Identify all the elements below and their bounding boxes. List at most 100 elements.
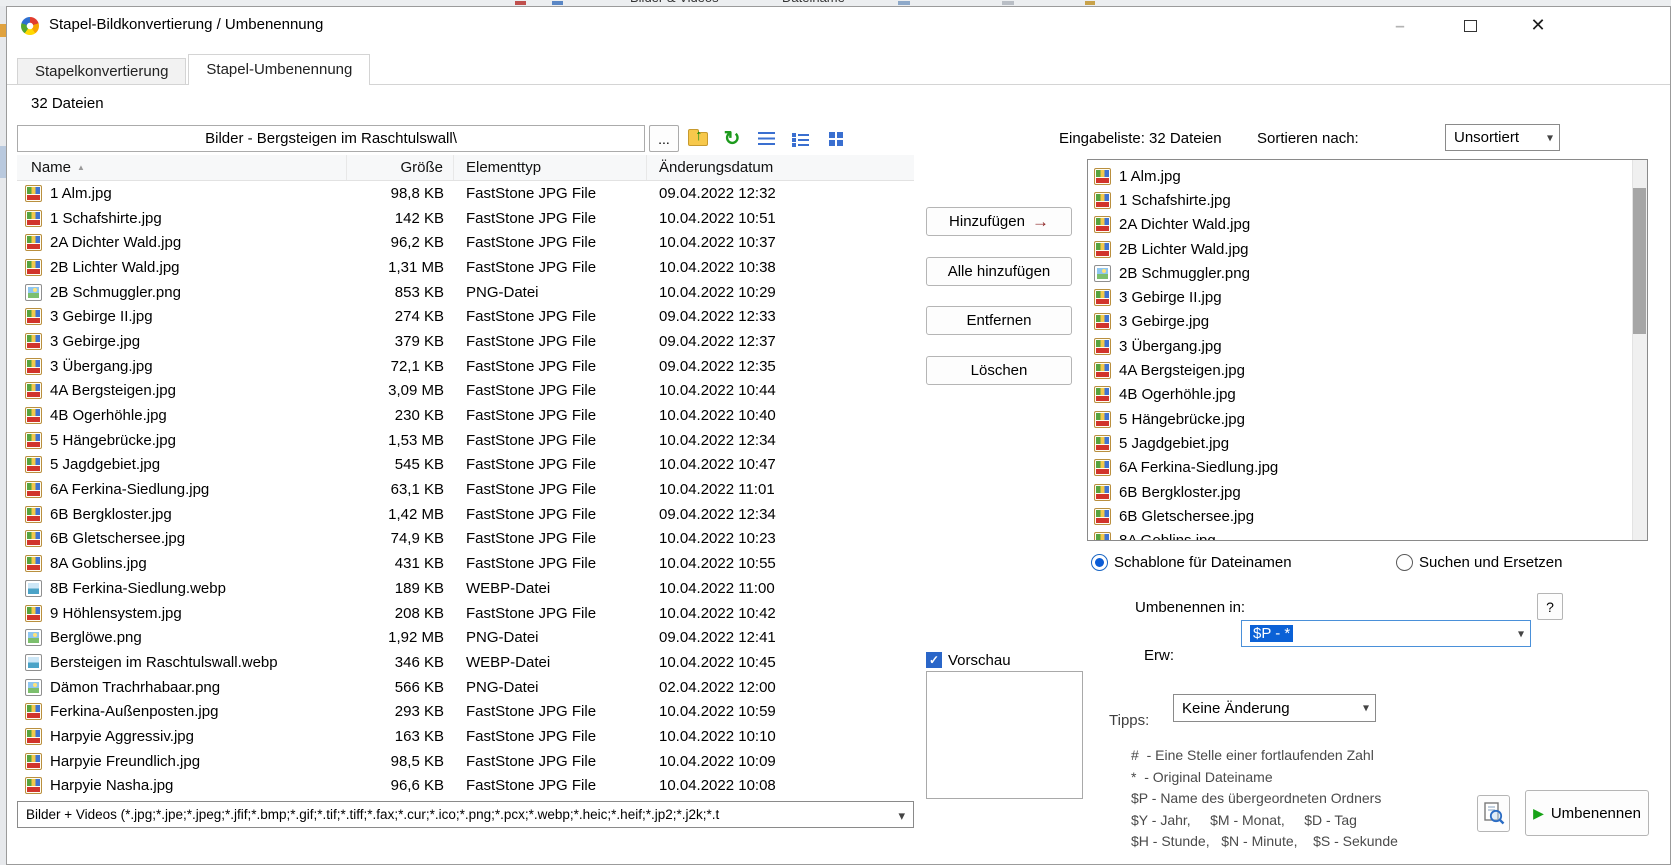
column-label: Name	[31, 159, 72, 176]
file-row[interactable]: 6B Bergkloster.jpg 1,42 MB FastStone JPG F…	[17, 502, 914, 527]
file-date: 10.04.2022 10:40	[659, 407, 776, 425]
radio-template-filenames[interactable]	[1091, 554, 1108, 571]
browse-button[interactable]: ...	[649, 125, 679, 152]
folder-path-input[interactable]	[17, 125, 645, 152]
file-row[interactable]: Bersteigen im Raschtulswall.webp 346 KB WE…	[17, 650, 914, 675]
tab-stapel-umbenennung[interactable]: Stapel-Umbenennung	[188, 54, 371, 85]
rename-button[interactable]: ▶ Umbenennen	[1525, 790, 1649, 836]
close-button[interactable]: ✕	[1521, 10, 1555, 41]
column-label: Änderungsdatum	[659, 159, 774, 176]
file-row[interactable]: Harpyie Nasha.jpg 96,6 KB FastStone JPG Fi…	[17, 774, 914, 799]
file-row[interactable]: 3 Übergang.jpg 72,1 KB FastStone JPG File 0…	[17, 354, 914, 379]
file-row[interactable]: 2B Schmuggler.png 853 KB PNG-Datei 10.04.20…	[17, 280, 914, 305]
sort-by-value: Unsortiert	[1454, 129, 1520, 146]
radio-search-label[interactable]: Suchen und Ersetzen	[1419, 554, 1562, 571]
file-size: 293 KB	[394, 703, 444, 721]
tips-title: Tipps:	[1109, 712, 1150, 729]
window-title: Stapel-Bildkonvertierung / Umbenennung	[49, 16, 324, 33]
file-row[interactable]: 8A Goblins.jpg 431 KB FastStone JPG File 10…	[17, 551, 914, 576]
file-size: 379 KB	[394, 332, 444, 350]
input-list-item[interactable]: 5 Jagdgebiet.jpg	[1094, 431, 1647, 455]
file-row[interactable]: 6A Ferkina-Siedlung.jpg 63,1 KB FastStone …	[17, 477, 914, 502]
preview-rename-button[interactable]	[1477, 795, 1510, 832]
input-list-item[interactable]: 2A Dichter Wald.jpg	[1094, 213, 1647, 237]
file-type-icon	[25, 456, 42, 474]
minimize-button[interactable]: –	[1383, 10, 1417, 41]
help-button[interactable]: ?	[1537, 593, 1563, 620]
input-list-item[interactable]: 1 Schafshirte.jpg	[1094, 188, 1647, 212]
column-header-size[interactable]: Größe	[347, 155, 454, 180]
radio-search-replace[interactable]	[1396, 554, 1413, 571]
folder-up-button[interactable]: ↑	[683, 125, 713, 152]
preview-checkbox[interactable]: ✓	[926, 652, 942, 668]
radio-template-label[interactable]: Schablone für Dateinamen	[1114, 554, 1292, 571]
input-list-item[interactable]: 6B Bergkloster.jpg	[1094, 480, 1647, 504]
magnifier-document-icon	[1483, 801, 1504, 824]
file-row[interactable]: Harpyie Aggressiv.jpg 163 KB FastStone JPG…	[17, 724, 914, 749]
file-size: 63,1 KB	[390, 481, 444, 499]
extension-select[interactable]: Keine Änderung ▾	[1173, 694, 1376, 722]
file-size: 346 KB	[394, 653, 444, 671]
column-header-type[interactable]: Elementtyp	[454, 155, 647, 180]
file-type-icon	[25, 382, 42, 400]
file-row[interactable]: Berglöwe.png 1,92 MB PNG-Datei 09.04.2022 1…	[17, 625, 914, 650]
file-row[interactable]: 1 Schafshirte.jpg 142 KB FastStone JPG Fil…	[17, 206, 914, 231]
file-row[interactable]: 3 Gebirge II.jpg 274 KB FastStone JPG File…	[17, 304, 914, 329]
refresh-icon: ↻	[723, 128, 741, 150]
input-list-item[interactable]: 1 Alm.jpg	[1094, 164, 1647, 188]
list-view-button[interactable]	[751, 125, 781, 152]
file-row[interactable]: 1 Alm.jpg 98,8 KB FastStone JPG File 09.04.…	[17, 181, 914, 206]
file-name: 1 Schafshirte.jpg	[50, 209, 162, 227]
title-bar[interactable]: Stapel-Bildkonvertierung / Umbenennung –…	[7, 7, 1670, 45]
file-type-icon	[25, 407, 42, 425]
file-row[interactable]: 2A Dichter Wald.jpg 96,2 KB FastStone JPG …	[17, 230, 914, 255]
input-list-item[interactable]: 5 Hängebrücke.jpg	[1094, 407, 1647, 431]
input-list-item[interactable]: 3 Übergang.jpg	[1094, 334, 1647, 358]
input-list-item[interactable]: 3 Gebirge II.jpg	[1094, 285, 1647, 309]
maximize-button[interactable]	[1453, 10, 1487, 41]
file-row[interactable]: 4B Ogerhöhle.jpg 230 KB FastStone JPG File…	[17, 403, 914, 428]
input-list-item[interactable]: 4B Ogerhöhle.jpg	[1094, 383, 1647, 407]
refresh-button[interactable]: ↻	[717, 125, 747, 152]
scrollbar-thumb[interactable]	[1633, 188, 1646, 334]
file-table-body: 1 Alm.jpg 98,8 KB FastStone JPG File 09.04.…	[17, 181, 914, 800]
remove-button[interactable]: Entfernen	[926, 306, 1072, 335]
add-button[interactable]: Hinzufügen →	[926, 207, 1072, 236]
input-list-item[interactable]: 2B Lichter Wald.jpg	[1094, 237, 1647, 261]
details-view-button[interactable]	[785, 125, 815, 152]
file-row[interactable]: 5 Hängebrücke.jpg 1,53 MB FastStone JPG Fi…	[17, 428, 914, 453]
file-date: 10.04.2022 10:47	[659, 456, 776, 474]
column-header-name[interactable]: Name ▲	[17, 155, 347, 180]
input-list[interactable]: 1 Alm.jpg 1 Schafshirte.jpg 2A Dichter Wal…	[1087, 159, 1648, 541]
thumbnails-view-button[interactable]	[821, 125, 851, 152]
file-date: 10.04.2022 10:55	[659, 555, 776, 573]
input-list-item[interactable]: 6A Ferkina-Siedlung.jpg	[1094, 456, 1647, 480]
input-list-item[interactable]: 4A Bergsteigen.jpg	[1094, 358, 1647, 382]
tab-stapelkonvertierung[interactable]: Stapelkonvertierung	[17, 58, 187, 84]
preview-checkbox-label[interactable]: Vorschau	[948, 652, 1011, 669]
file-row[interactable]: Harpyie Freundlich.jpg 98,5 KB FastStone J…	[17, 749, 914, 774]
file-row[interactable]: 3 Gebirge.jpg 379 KB FastStone JPG File 09.…	[17, 329, 914, 354]
file-type-icon	[25, 604, 42, 622]
file-row[interactable]: 5 Jagdgebiet.jpg 545 KB FastStone JPG File…	[17, 453, 914, 478]
file-row[interactable]: 2B Lichter Wald.jpg 1,31 MB FastStone JPG …	[17, 255, 914, 280]
file-row[interactable]: Ferkina-Außenposten.jpg 293 KB FastStone J…	[17, 699, 914, 724]
folder-up-icon: ↑	[688, 128, 708, 146]
input-list-item[interactable]: 8A Goblins.jpg	[1094, 528, 1647, 540]
file-row[interactable]: 6B Gletschersee.jpg 74,9 KB FastStone JPG …	[17, 527, 914, 552]
file-row[interactable]: Dämon Trachrhabaar.png 566 KB PNG-Datei 02.…	[17, 675, 914, 700]
file-date: 09.04.2022 12:37	[659, 332, 776, 350]
input-list-item[interactable]: 6B Gletschersee.jpg	[1094, 504, 1647, 528]
file-row[interactable]: 9 Höhlensystem.jpg 208 KB FastStone JPG Fi…	[17, 601, 914, 626]
column-header-date[interactable]: Änderungsdatum	[647, 155, 914, 180]
input-list-item[interactable]: 2B Schmuggler.png	[1094, 261, 1647, 285]
file-filter-select[interactable]: Bilder + Videos (*.jpg;*.jpe;*.jpeg;*.jf…	[17, 801, 914, 828]
clear-button[interactable]: Löschen	[926, 356, 1072, 385]
file-row[interactable]: 4A Bergsteigen.jpg 3,09 MB FastStone JPG F…	[17, 379, 914, 404]
file-row[interactable]: 8B Ferkina-Siedlung.webp 189 KB WEBP-Datei…	[17, 576, 914, 601]
add-all-button[interactable]: Alle hinzufügen	[926, 257, 1072, 286]
input-list-scrollbar[interactable]	[1632, 160, 1647, 540]
sort-by-select[interactable]: Unsortiert ▾	[1445, 124, 1560, 151]
input-list-item[interactable]: 3 Gebirge.jpg	[1094, 310, 1647, 334]
rename-template-combobox[interactable]: $P - * ▾	[1241, 620, 1531, 647]
